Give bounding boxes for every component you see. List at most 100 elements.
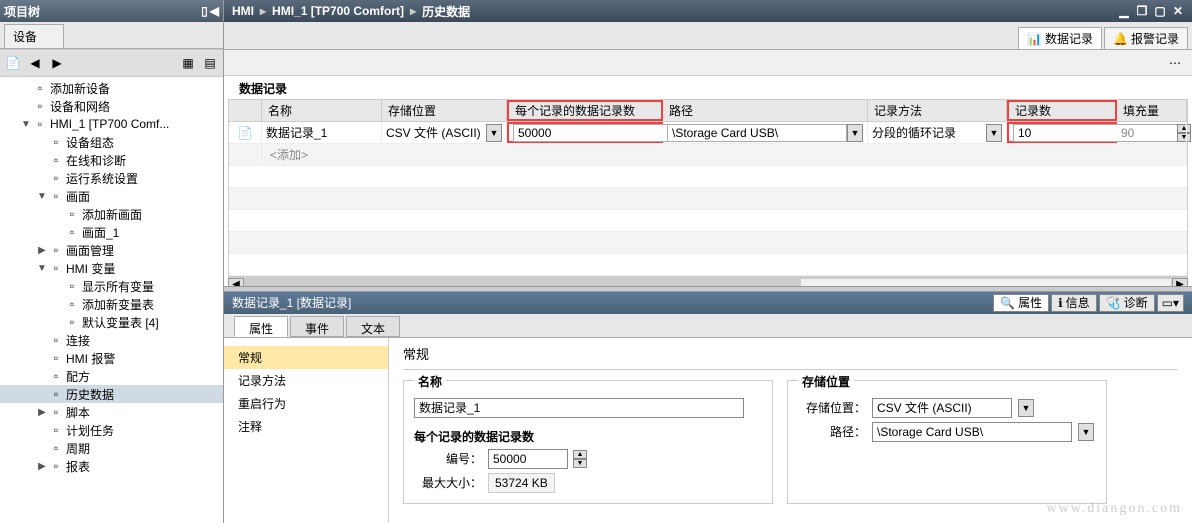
tree-item[interactable]: ▫设备和网络 [0,97,223,115]
scroll-thumb[interactable] [245,279,801,286]
scroll-right-icon[interactable]: ▶ [1172,278,1188,286]
col-name[interactable]: 名称 [262,100,382,121]
new-icon[interactable]: 📄 [4,54,22,72]
prop-tab-info[interactable]: ℹ 信息 [1051,294,1097,312]
path-input[interactable] [667,124,847,142]
tree-item[interactable]: ▫添加新设备 [0,79,223,97]
view-icon[interactable]: ▤ [201,54,219,72]
breadcrumb-item[interactable]: HMI_1 [TP700 Comfort] [272,4,404,18]
add-placeholder[interactable]: <添加> [262,144,1187,165]
prop-collapse-button[interactable]: ▭▾ [1157,294,1184,312]
prop-tab-properties[interactable]: 🔍 属性 [993,294,1049,312]
dropdown-icon[interactable]: ▼ [1018,399,1034,417]
project-tree[interactable]: ▫添加新设备▫设备和网络▼▫HMI_1 [TP700 Comf...▫设备组态▫… [0,77,223,523]
row-handle[interactable]: 📄 [229,122,262,143]
tab-data-log[interactable]: 📊 数据记录 [1018,27,1102,49]
tree-item[interactable]: ▼▫HMI 变量 [0,259,223,277]
tree-arrow-icon[interactable]: ▶ [36,245,48,256]
chevron-right-icon: ▸ [410,4,416,18]
cell-path[interactable]: ▼ [663,122,868,143]
grid-add-row[interactable]: <添加> [229,144,1187,166]
scroll-track[interactable] [244,278,1172,286]
restore-icon[interactable]: ❐ [1134,4,1150,18]
cycle-icon: ▫ [48,440,64,456]
scroll-left-icon[interactable]: ◀ [228,278,244,286]
grid-data-row[interactable]: 📄 数据记录_1 CSV 文件 (ASCII) ▼ ▲ [229,122,1187,144]
dropdown-icon[interactable]: ▼ [986,124,1002,142]
storage-select[interactable] [872,398,1012,418]
tree-item[interactable]: ▫添加新变量表 [0,295,223,313]
options-icon[interactable]: ⋯ [1166,54,1184,72]
cell-fill[interactable]: 90 [1117,122,1187,143]
tree-item-label: HMI 变量 [66,260,115,277]
prop-nav-method[interactable]: 记录方法 [224,369,388,392]
chevron-left-icon[interactable]: ◀ [210,4,219,18]
breadcrumb-item[interactable]: HMI [232,4,254,18]
tree-item[interactable]: ▫配方 [0,367,223,385]
tree-arrow-icon[interactable]: ▶ [36,407,48,418]
col-fill[interactable]: 填充量 [1117,100,1187,121]
prop-tab-diagnostics[interactable]: 🩺 诊断 [1099,294,1155,312]
col-count[interactable]: 记录数 [1007,100,1117,121]
script-icon: ▫ [48,404,64,420]
tree-arrow-icon[interactable]: ▼ [36,263,48,274]
tree-item[interactable]: ▶▫报表 [0,457,223,475]
tree-item[interactable]: ▫添加新画面 [0,205,223,223]
tree-item[interactable]: ▶▫脚本 [0,403,223,421]
records-input[interactable] [513,124,678,142]
history-icon: ▫ [48,386,64,402]
cell-count[interactable]: ▲ ▼ [1007,122,1117,143]
records-group-title: 每个记录的数据记录数 [414,428,762,445]
col-path[interactable]: 路径 [663,100,868,121]
tree-arrow-icon[interactable]: ▶ [36,461,48,472]
breadcrumb-item[interactable]: 历史数据 [422,3,470,20]
subtab-properties[interactable]: 属性 [234,316,288,337]
tree-item[interactable]: ▫画面_1 [0,223,223,241]
dropdown-icon[interactable]: ▼ [847,124,863,142]
back-icon[interactable]: ◀ [26,54,44,72]
dropdown-icon[interactable]: ▼ [486,124,502,142]
maximize-icon[interactable]: ▢ [1152,4,1168,18]
collapse-icon[interactable]: ▯ [201,4,208,18]
prop-nav-restart[interactable]: 重启行为 [224,392,388,415]
spin-down-icon[interactable]: ▼ [573,459,587,468]
col-records[interactable]: 每个记录的数据记录数 [507,100,663,121]
tree-item[interactable]: ▫历史数据 [0,385,223,403]
tree-item[interactable]: ▫默认变量表 [4] [0,313,223,331]
cell-name[interactable]: 数据记录_1 [262,122,382,143]
list-icon[interactable]: ▦ [179,54,197,72]
cell-method[interactable]: 分段的循环记录 ▼ [868,122,1007,143]
subtab-events[interactable]: 事件 [290,316,344,337]
forward-icon[interactable]: ▶ [48,54,66,72]
tree-item[interactable]: ▫显示所有变量 [0,277,223,295]
dropdown-icon[interactable]: ▼ [1078,423,1094,441]
tree-item[interactable]: ▫HMI 报警 [0,349,223,367]
tree-item[interactable]: ▫计划任务 [0,421,223,439]
horizontal-scrollbar[interactable]: ◀ ▶ [228,277,1188,286]
cell-records[interactable]: ▲ ▼ [507,122,663,143]
path-field[interactable] [872,422,1072,442]
col-method[interactable]: 记录方法 [868,100,1007,121]
name-field[interactable] [414,398,744,418]
tree-item[interactable]: ▫周期 [0,439,223,457]
cell-storage[interactable]: CSV 文件 (ASCII) ▼ [382,122,507,143]
subtab-text[interactable]: 文本 [346,316,400,337]
tree-item[interactable]: ▫运行系统设置 [0,169,223,187]
tree-item[interactable]: ▼▫HMI_1 [TP700 Comf... [0,115,223,133]
col-storage[interactable]: 存储位置 [382,100,507,121]
close-icon[interactable]: ✕ [1170,4,1186,18]
tree-item[interactable]: ▶▫画面管理 [0,241,223,259]
minimize-icon[interactable]: ▁ [1116,4,1132,18]
number-field[interactable] [488,449,568,469]
device-tab[interactable]: 设备 [4,24,64,48]
tree-item[interactable]: ▫设备组态 [0,133,223,151]
tree-item[interactable]: ▼▫画面 [0,187,223,205]
tree-arrow-icon[interactable]: ▼ [36,191,48,202]
prop-nav-general[interactable]: 常规 [224,346,388,369]
spin-up-icon[interactable]: ▲ [573,450,587,459]
tree-item[interactable]: ▫在线和诊断 [0,151,223,169]
prop-nav-comment[interactable]: 注释 [224,415,388,438]
tree-item[interactable]: ▫连接 [0,331,223,349]
tree-arrow-icon[interactable]: ▼ [20,119,32,130]
tab-alarm-log[interactable]: 🔔 报警记录 [1104,27,1188,49]
